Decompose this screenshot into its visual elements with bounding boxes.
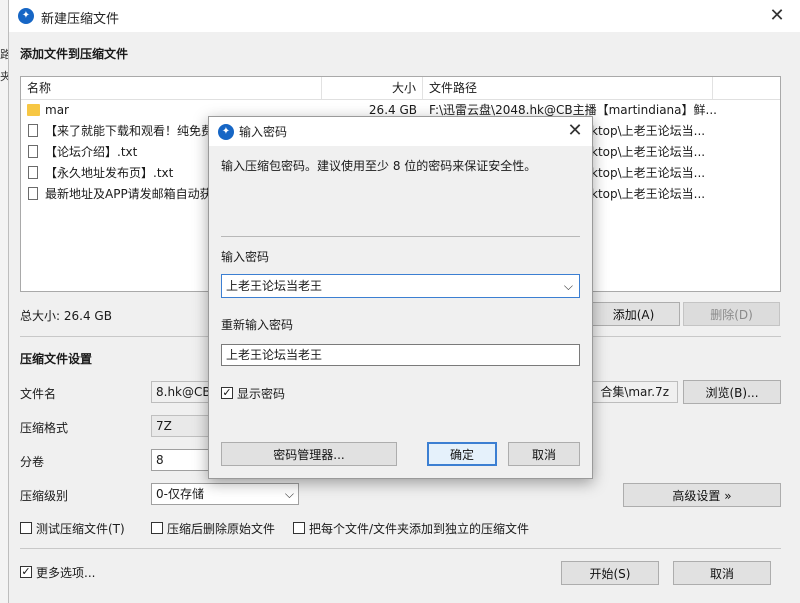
show-password-checkbox[interactable]: ✓ <box>221 387 233 399</box>
password-dialog: ✦ 输入密码 ✕ 输入压缩包密码。建议使用至少 8 位的密码来保证安全性。 输入… <box>208 116 593 479</box>
reenter-password-value: 上老王论坛当老王 <box>226 348 323 362</box>
browse-button[interactable]: 浏览(B)... <box>683 380 781 404</box>
main-title-bar: ✦ 新建压缩文件 ✕ <box>9 0 800 32</box>
separate-archives-label: 把每个文件/文件夹添加到独立的压缩文件 <box>309 522 530 536</box>
format-label: 压缩格式 <box>20 421 69 435</box>
background-window-edge <box>0 0 8 603</box>
reenter-password-input[interactable]: 上老王论坛当老王 <box>221 344 580 366</box>
separate-archives-checkbox[interactable] <box>293 522 305 534</box>
file-path: ktop\上老王论坛当... <box>591 145 706 159</box>
archive-settings-heading: 压缩文件设置 <box>20 352 93 366</box>
add-button[interactable]: 添加(A) <box>587 302 680 326</box>
column-header-name[interactable]: 名称 <box>21 77 322 99</box>
password-label: 输入密码 <box>221 250 270 264</box>
filename-value-end: 合集\mar.7z <box>600 385 669 399</box>
document-icon <box>28 145 38 158</box>
folder-icon <box>27 104 40 116</box>
delete-after-checkbox[interactable] <box>151 522 163 534</box>
test-archive-checkbox[interactable] <box>20 522 32 534</box>
password-dialog-title-bar: ✦ 输入密码 ✕ <box>209 117 592 146</box>
more-options-label: 更多选项... <box>36 566 96 580</box>
show-password-label: 显示密码 <box>237 387 286 401</box>
delete-button[interactable]: 删除(D) <box>683 302 780 326</box>
add-files-heading: 添加文件到压缩文件 <box>20 47 129 61</box>
more-options-checkbox[interactable]: ✓ <box>20 566 32 578</box>
main-window-title: 新建压缩文件 <box>41 12 120 27</box>
test-archive-label: 测试压缩文件(T) <box>36 522 125 536</box>
advanced-settings-button[interactable]: 高级设置 » <box>623 483 781 507</box>
level-label: 压缩级别 <box>20 489 69 503</box>
volume-select[interactable]: 8 <box>151 449 211 471</box>
footer-divider <box>20 548 781 549</box>
password-instruction: 输入压缩包密码。建议使用至少 8 位的密码来保证安全性。 <box>221 159 537 173</box>
document-icon <box>28 124 38 137</box>
chevron-down-icon: ⌵ <box>284 487 294 501</box>
filename-label: 文件名 <box>20 387 57 401</box>
dialog-close-icon[interactable]: ✕ <box>563 119 587 143</box>
password-value: 上老王论坛当老王 <box>226 279 323 293</box>
main-cancel-button[interactable]: 取消 <box>673 561 771 585</box>
level-select[interactable]: 0-仅存储 ⌵ <box>151 483 299 505</box>
app-logo-icon: ✦ <box>218 124 234 140</box>
column-header-size[interactable]: 大小 <box>322 77 423 99</box>
delete-after-label: 压缩后删除原始文件 <box>167 522 276 536</box>
file-list-header: 名称 大小 文件路径 <box>21 77 780 100</box>
password-instruction-area: 输入压缩包密码。建议使用至少 8 位的密码来保证安全性。 <box>209 146 592 264</box>
file-path: ktop\上老王论坛当... <box>591 187 706 201</box>
format-value: 7Z <box>156 419 172 433</box>
chevron-down-icon[interactable]: ⌵ <box>564 275 573 297</box>
document-icon <box>28 187 38 200</box>
document-icon <box>28 166 38 179</box>
format-select[interactable]: 7Z <box>151 415 211 437</box>
total-size: 总大小: 26.4 GB <box>20 309 112 323</box>
ok-button[interactable]: 确定 <box>427 442 497 466</box>
file-path: ktop\上老王论坛当... <box>591 124 706 138</box>
start-button[interactable]: 开始(S) <box>561 561 659 585</box>
dialog-cancel-button[interactable]: 取消 <box>508 442 580 466</box>
volume-label: 分卷 <box>20 455 45 469</box>
column-header-path[interactable]: 文件路径 <box>423 77 713 99</box>
password-manager-button[interactable]: 密码管理器... <box>221 442 397 466</box>
dialog-divider <box>221 236 580 237</box>
main-close-icon[interactable]: ✕ <box>765 4 789 28</box>
level-value: 0-仅存储 <box>156 487 204 501</box>
reenter-password-label: 重新输入密码 <box>221 318 294 332</box>
password-dialog-title: 输入密码 <box>239 125 288 139</box>
app-logo-icon: ✦ <box>18 8 34 24</box>
volume-value: 8 <box>156 453 164 467</box>
file-path: ktop\上老王论坛当... <box>591 166 706 180</box>
password-input[interactable]: 上老王论坛当老王 ⌵ <box>221 274 580 298</box>
